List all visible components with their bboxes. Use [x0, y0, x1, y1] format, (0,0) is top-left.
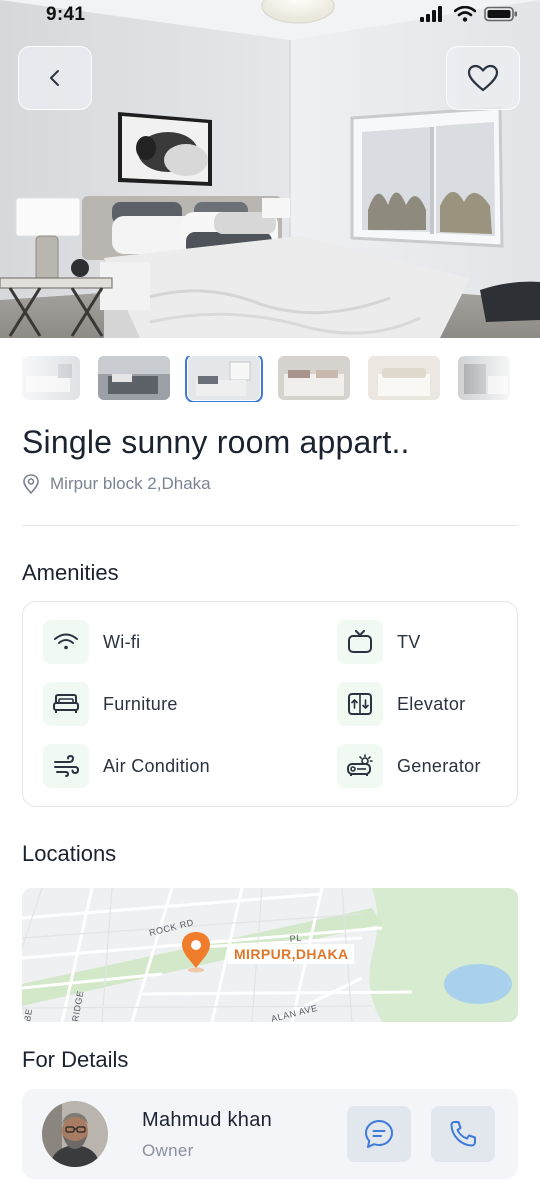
street-label: PL: [289, 933, 302, 944]
tv-icon: [337, 620, 383, 664]
thumbnail-3-selected[interactable]: [185, 356, 263, 402]
map-pin-icon: [23, 474, 39, 494]
avatar: [42, 1101, 108, 1167]
amenity-wifi: Wi-fi: [43, 620, 140, 664]
status-time: 9:41: [46, 4, 86, 25]
amenity-generator: Generator: [337, 744, 481, 788]
amenity-elevator: Elevator: [337, 682, 465, 726]
amenity-air-condition: Air Condition: [43, 744, 210, 788]
owner-role: Owner: [142, 1141, 194, 1160]
photo-thumbnails: [22, 356, 522, 402]
phone-icon: [450, 1121, 476, 1147]
owner-name: Mahmud khan: [142, 1109, 273, 1131]
battery-icon: [484, 6, 517, 22]
back-button[interactable]: [18, 46, 92, 110]
locations-heading: Locations: [22, 841, 117, 866]
amenity-furniture: Furniture: [43, 682, 178, 726]
thumbnail-4[interactable]: [278, 356, 350, 400]
wifi-icon: [43, 620, 89, 664]
amenities-card: Wi-fi TV Furniture Elevator Air Conditio…: [22, 601, 518, 807]
amenity-label: Furniture: [103, 693, 178, 714]
amenity-tv: TV: [337, 620, 421, 664]
amenity-label: Air Condition: [103, 755, 210, 776]
chevron-left-icon: [50, 70, 59, 86]
map-pin-label: MIRPUR,DHAKA: [228, 944, 355, 964]
thumbnail-6[interactable]: [458, 356, 510, 400]
chat-icon: [365, 1120, 393, 1148]
status-bar: 9:41: [0, 0, 540, 34]
owner-card: Mahmud khan Owner: [22, 1089, 518, 1179]
divider: [22, 525, 518, 526]
thumbnail-5[interactable]: [368, 356, 440, 400]
amenity-label: Generator: [397, 755, 481, 776]
amenity-label: Wi-fi: [103, 631, 141, 652]
wifi-status-icon: [454, 6, 476, 22]
call-button[interactable]: [431, 1106, 495, 1162]
listing-location: Mirpur block 2,Dhaka: [22, 474, 211, 494]
thumbnail-1[interactable]: [22, 356, 80, 400]
elevator-icon: [337, 682, 383, 726]
location-text: Mirpur block 2,Dhaka: [50, 474, 211, 493]
listing-title: Single sunny room appart..: [22, 424, 410, 460]
wind-icon: [43, 744, 89, 788]
bed-icon: [43, 682, 89, 726]
message-button[interactable]: [347, 1106, 411, 1162]
amenity-label: TV: [397, 631, 421, 652]
amenity-label: Elevator: [397, 693, 466, 714]
thumbnail-2[interactable]: [98, 356, 170, 400]
signal-icon: [420, 6, 442, 22]
status-icons: [420, 6, 518, 22]
amenities-heading: Amenities: [22, 560, 119, 585]
favorite-button[interactable]: [446, 46, 520, 110]
details-heading: For Details: [22, 1047, 129, 1072]
heart-icon: [467, 64, 499, 92]
generator-icon: [337, 744, 383, 788]
